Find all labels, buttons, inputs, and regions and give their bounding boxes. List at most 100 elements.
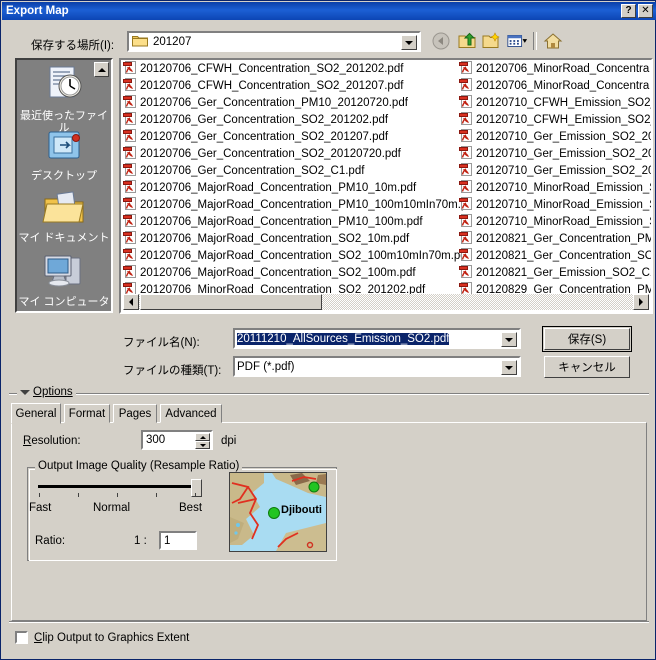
- file-list-item[interactable]: 20120706_MajorRoad_Concentration_PM10_10…: [123, 196, 463, 213]
- file-name-text: 20120706_Ger_Concentration_SO2_20120720.…: [140, 147, 401, 160]
- file-list-item[interactable]: 20120706_MinorRoad_Concentra: [459, 77, 651, 94]
- resolution-spinner[interactable]: [195, 433, 210, 449]
- file-name-value: 20111210_AllSources_Emission_SO2.pdf: [237, 332, 450, 345]
- scrollbar-thumb[interactable]: [140, 294, 322, 310]
- pdf-file-icon: [459, 264, 473, 281]
- toolbar-separator: [533, 32, 537, 50]
- file-list-item[interactable]: 20120706_MajorRoad_Concentration_PM10_10…: [123, 179, 463, 196]
- file-name-input[interactable]: 20111210_AllSources_Emission_SO2.pdf: [233, 328, 521, 349]
- horizontal-scrollbar[interactable]: [123, 294, 649, 310]
- file-list-item[interactable]: 20120710_Ger_Emission_SO2_201: [459, 162, 651, 179]
- file-list-item[interactable]: 20120706_CFWH_Concentration_SO2_201202.p…: [123, 60, 463, 77]
- tab-format[interactable]: Format: [64, 404, 110, 423]
- chevron-left-icon[interactable]: [123, 294, 139, 310]
- file-list-item[interactable]: 20120710_Ger_Emission_SO2_201: [459, 128, 651, 145]
- file-list-item[interactable]: 20120710_CFWH_Emission_SO2_: [459, 94, 651, 111]
- file-list-item[interactable]: 20120706_MinorRoad_Concentra: [459, 60, 651, 77]
- pdf-file-icon: [123, 179, 136, 193]
- slider-label-fast: Fast: [29, 502, 52, 514]
- tab-general[interactable]: General: [11, 403, 61, 424]
- file-list-item[interactable]: 20120706_MajorRoad_Concentration_SO2_100…: [123, 264, 463, 281]
- save-button[interactable]: 保存(S): [542, 326, 632, 352]
- pdf-file-icon: [459, 247, 472, 261]
- file-list-item[interactable]: 20120706_MajorRoad_Concentration_SO2_100…: [123, 247, 463, 264]
- file-list-item[interactable]: 20120706_CFWH_Concentration_SO2_201207.p…: [123, 77, 463, 94]
- pdf-file-icon: [459, 247, 473, 264]
- spinner-up-icon[interactable]: [195, 433, 210, 441]
- ratio-value: 1: [164, 534, 171, 547]
- file-list-item[interactable]: 20120821_Ger_Concentration_SO: [459, 247, 651, 264]
- tab-advanced[interactable]: Advanced: [160, 404, 222, 423]
- pdf-file-icon: [459, 162, 472, 176]
- views-icon[interactable]: [506, 30, 528, 52]
- place-recent-documents[interactable]: 最近使ったファイル: [17, 64, 111, 134]
- place-my-computer[interactable]: マイ コンピュータ: [17, 252, 111, 308]
- file-name-text: 20120710_Ger_Emission_SO2_201: [476, 147, 651, 160]
- file-list-item[interactable]: 20120706_Ger_Concentration_SO2_201202.pd…: [123, 111, 463, 128]
- place-desktop[interactable]: デスクトップ: [17, 128, 111, 182]
- pdf-file-icon: [123, 264, 137, 281]
- file-type-combo[interactable]: PDF (*.pdf): [233, 356, 521, 377]
- chevron-right-icon[interactable]: [633, 294, 649, 310]
- file-list-item[interactable]: 20120706_MajorRoad_Concentration_SO2_10m…: [123, 230, 463, 247]
- ratio-input[interactable]: 1: [159, 531, 197, 550]
- file-list-item[interactable]: 20120710_CFWH_Emission_SO2_: [459, 111, 651, 128]
- bottom-divider-highlight: [9, 622, 649, 623]
- folder-icon: [132, 34, 148, 50]
- quality-slider-thumb[interactable]: [191, 479, 202, 497]
- home-icon[interactable]: [542, 30, 564, 52]
- file-list-item[interactable]: 20120706_MajorRoad_Concentration_PM10_10…: [123, 213, 463, 230]
- title-bar-buttons: ? ✕: [621, 4, 656, 18]
- up-folder-icon[interactable]: [456, 30, 478, 52]
- slider-tick: [156, 493, 157, 497]
- help-button[interactable]: ?: [621, 4, 636, 18]
- pdf-file-icon: [123, 111, 137, 128]
- chevron-down-icon[interactable]: [501, 332, 517, 347]
- pdf-file-icon: [459, 94, 472, 108]
- tab-pages[interactable]: Pages: [113, 404, 157, 423]
- pdf-file-icon: [123, 94, 137, 111]
- place-my-documents[interactable]: マイ ドキュメント: [17, 190, 111, 244]
- back-arrow-icon[interactable]: [431, 30, 453, 52]
- pdf-file-icon: [123, 179, 137, 196]
- clip-output-row[interactable]: Clip Output to Graphics Extent: [15, 631, 189, 644]
- clip-output-checkbox[interactable]: [15, 631, 28, 644]
- file-list-item[interactable]: 20120710_MinorRoad_Emission_S: [459, 213, 651, 230]
- ratio-prefix: 1 :: [134, 535, 147, 547]
- close-button[interactable]: ✕: [638, 4, 653, 18]
- quality-slider-track[interactable]: [38, 485, 200, 488]
- pdf-file-icon: [123, 213, 137, 230]
- triangle-collapse-icon[interactable]: [20, 389, 30, 395]
- new-folder-icon[interactable]: [481, 30, 503, 52]
- file-list-item[interactable]: 20120706_Ger_Concentration_SO2_201207.pd…: [123, 128, 463, 145]
- file-name-text: 20120706_MinorRoad_Concentra: [476, 62, 650, 75]
- file-type-label: ファイルの種類(T):: [123, 365, 222, 377]
- file-list-item[interactable]: 20120706_Ger_Concentration_PM10_20120720…: [123, 94, 463, 111]
- pdf-file-icon: [459, 60, 473, 77]
- file-list[interactable]: 20120706_CFWH_Concentration_SO2_201202.p…: [119, 58, 653, 314]
- pdf-file-icon: [459, 213, 472, 227]
- pdf-file-icon: [459, 77, 472, 91]
- file-list-item[interactable]: 20120706_Ger_Concentration_SO2_20120720.…: [123, 145, 463, 162]
- file-name-text: 20120706_CFWH_Concentration_SO2_201207.p…: [140, 79, 404, 92]
- spinner-down-icon[interactable]: [195, 441, 210, 449]
- cancel-button[interactable]: キャンセル: [544, 356, 630, 378]
- file-list-item[interactable]: 20120821_Ger_Emission_SO2_C1: [459, 264, 651, 281]
- file-list-inner: 20120706_CFWH_Concentration_SO2_201202.p…: [121, 60, 651, 296]
- file-list-item[interactable]: 20120821_Ger_Concentration_PM: [459, 230, 651, 247]
- file-list-item[interactable]: 20120710_MinorRoad_Emission_S: [459, 179, 651, 196]
- look-in-value: 201207: [153, 35, 192, 48]
- look-in-combo[interactable]: 201207: [127, 31, 421, 52]
- file-list-item[interactable]: 20120710_MinorRoad_Emission_S: [459, 196, 651, 213]
- file-list-item[interactable]: 20120706_Ger_Concentration_SO2_C1.pdf: [123, 162, 463, 179]
- options-group-label[interactable]: Options: [17, 386, 76, 398]
- file-name-text: 20120710_CFWH_Emission_SO2_: [476, 113, 651, 126]
- chevron-down-icon[interactable]: [501, 360, 517, 375]
- file-list-item[interactable]: 20120710_Ger_Emission_SO2_201: [459, 145, 651, 162]
- resolution-input[interactable]: 300: [141, 430, 213, 450]
- pdf-file-icon: [459, 196, 473, 213]
- chevron-down-icon[interactable]: [401, 35, 417, 50]
- ratio-label: Ratio:: [35, 535, 66, 547]
- pdf-file-icon: [459, 162, 473, 179]
- pdf-file-icon: [123, 60, 136, 74]
